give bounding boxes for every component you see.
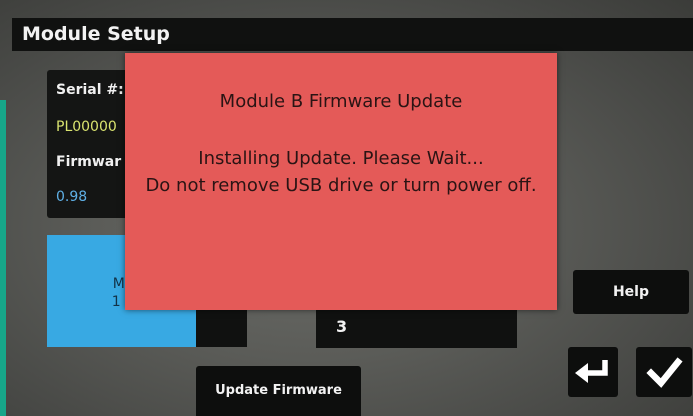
firmware-label: Firmwar [56,154,122,170]
update-firmware-button[interactable]: Update Firmware [196,366,361,416]
back-button[interactable] [568,347,618,397]
return-arrow-icon [575,360,608,383]
teal-edge-strip [0,100,6,416]
serial-label: Serial #: [56,82,124,98]
help-button[interactable]: Help [573,270,689,314]
serial-value: PL00000 [56,119,117,135]
dialog-warning-text: Do not remove USB drive or turn power of… [145,175,537,196]
value-field-text: 3 [336,317,348,336]
firmware-value: 0.98 [56,189,88,205]
checkmark-icon [646,357,683,388]
device-screen: Module Setup Serial #: PL00000 Firmwar 0… [0,0,693,416]
confirm-button[interactable] [636,347,692,397]
page-title: Module Setup [22,23,170,45]
dialog-title: Module B Firmware Update [219,91,463,112]
dialog-status-text: Installing Update. Please Wait... [198,148,484,169]
firmware-update-dialog: Module B Firmware Update Installing Upda… [125,53,557,310]
value-field[interactable]: 3 [316,306,517,348]
title-bar: Module Setup [12,18,693,51]
